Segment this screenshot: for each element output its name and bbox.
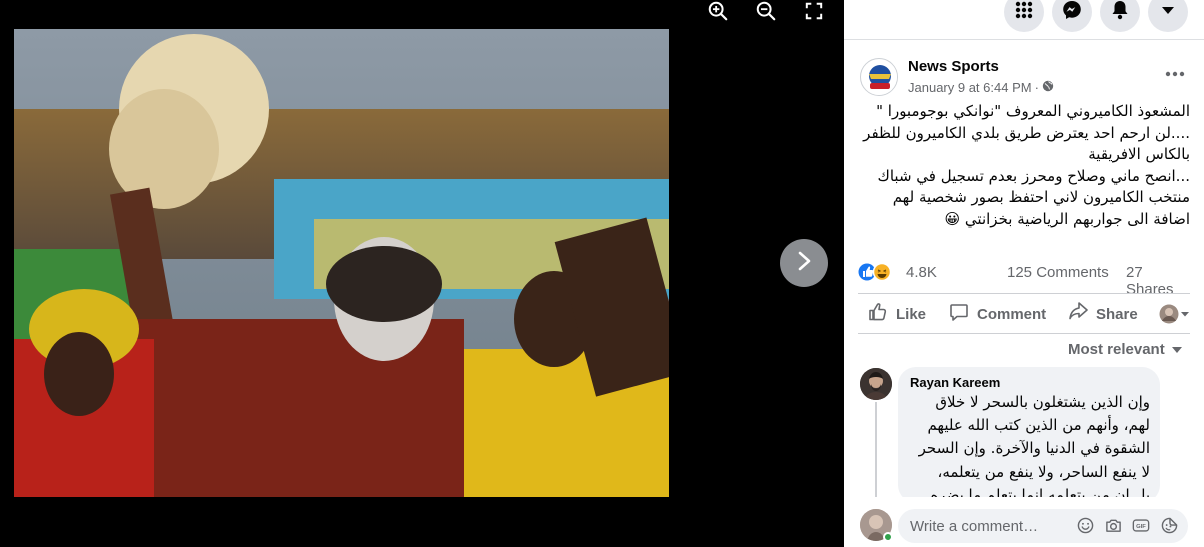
camera-icon[interactable] bbox=[1104, 516, 1122, 534]
sort-label: Most relevant bbox=[1068, 341, 1165, 358]
notifications-button[interactable] bbox=[1100, 0, 1140, 32]
globe-icon bbox=[1042, 80, 1054, 95]
post-text-line: ....لن ارحم احد يعترض طريق بلدي الكاميرو… bbox=[863, 123, 1190, 142]
post-actions: Like Comment Share bbox=[858, 296, 1190, 332]
online-status-dot bbox=[883, 532, 893, 542]
zoom-out-icon bbox=[755, 0, 777, 27]
post-meta: January 9 at 6:44 PM · bbox=[908, 80, 1054, 95]
fullscreen-icon bbox=[805, 2, 823, 25]
share-label: Share bbox=[1096, 305, 1138, 323]
photo-illustration bbox=[14, 29, 669, 497]
post-text-line: ...انصح ماني وصلاح ومحرز بعدم تسجيل في ش… bbox=[877, 166, 1191, 185]
comment-text-line: الشقوة في الدنيا والآخرة. وإن السحر bbox=[918, 439, 1150, 458]
zoom-in-icon bbox=[707, 0, 729, 27]
comment-sort-dropdown[interactable]: Most relevant bbox=[1068, 341, 1183, 358]
account-button[interactable] bbox=[1148, 0, 1188, 32]
sticker-icon[interactable] bbox=[1160, 516, 1178, 534]
post-text-line: بالكاس الافريقية bbox=[1088, 145, 1190, 163]
comment-text: وإن الذين يشتغلون بالسحر لا خلاق لهم، وأ… bbox=[910, 391, 1150, 507]
caret-down-icon bbox=[1171, 341, 1183, 358]
comment-button[interactable]: Comment bbox=[949, 296, 1046, 332]
comment-author[interactable]: Rayan Kareem bbox=[910, 375, 1148, 390]
next-photo-button[interactable] bbox=[780, 239, 828, 287]
divider bbox=[858, 333, 1190, 334]
meta-separator: · bbox=[1034, 80, 1039, 95]
post-photo[interactable] bbox=[14, 29, 669, 497]
comment-bubble: Rayan Kareem وإن الذين يشتغلون بالسحر لا… bbox=[898, 367, 1160, 504]
post-panel: News Sports January 9 at 6:44 PM · المشع… bbox=[844, 0, 1204, 547]
more-horizontal-icon bbox=[1165, 61, 1185, 81]
post-text-line: المشعوذ الكاميروني المعروف "نوانكي بوجوم… bbox=[876, 102, 1190, 120]
share-button[interactable]: Share bbox=[1068, 296, 1138, 332]
messenger-icon bbox=[1062, 0, 1082, 25]
comment-thread-line bbox=[875, 402, 877, 508]
like-icon bbox=[868, 302, 888, 326]
fullscreen-button[interactable] bbox=[797, 0, 831, 26]
post-header: News Sports January 9 at 6:44 PM · bbox=[860, 56, 1190, 100]
commenter-avatar[interactable] bbox=[860, 368, 892, 400]
caret-down-icon bbox=[1181, 312, 1189, 317]
composer-icons: GIF bbox=[1076, 516, 1178, 534]
haha-reaction-icon bbox=[872, 262, 892, 282]
reactions-count[interactable]: 4.8K bbox=[906, 264, 937, 281]
comment-composer: GIF bbox=[844, 497, 1204, 547]
emoji-icon[interactable] bbox=[1076, 516, 1094, 534]
menu-grid-icon bbox=[1014, 0, 1034, 25]
reaction-icons[interactable] bbox=[858, 262, 892, 282]
like-label: Like bbox=[896, 305, 927, 323]
post-text-line: اضافة الى جواربهم الرياضية بخزانتي 😀 bbox=[944, 209, 1190, 228]
top-bar bbox=[844, 0, 1204, 40]
caret-down-icon bbox=[1161, 3, 1175, 21]
post-text: المشعوذ الكاميروني المعروف "نوانكي بوجوم… bbox=[858, 101, 1190, 230]
chevron-right-icon bbox=[795, 250, 813, 277]
post-options-button[interactable] bbox=[1160, 64, 1190, 84]
user-avatar-small bbox=[1159, 304, 1179, 324]
messenger-button[interactable] bbox=[1052, 0, 1092, 32]
bell-icon bbox=[1111, 0, 1129, 25]
photo-viewer bbox=[0, 0, 844, 547]
like-button[interactable]: Like bbox=[868, 296, 926, 332]
zoom-out-button[interactable] bbox=[749, 0, 783, 26]
comment-icon bbox=[949, 302, 969, 326]
comment-text-line: لهم، وأنهم من الذين كتب الله عليهم bbox=[927, 416, 1150, 435]
post-stats: 4.8K 125 Comments 27 Shares bbox=[858, 262, 1190, 298]
divider bbox=[858, 293, 1190, 294]
page-avatar[interactable] bbox=[860, 58, 898, 96]
share-icon bbox=[1068, 302, 1088, 326]
comment-text-line: وإن الذين يشتغلون بالسحر لا خلاق bbox=[935, 393, 1150, 411]
comments-count[interactable]: 125 Comments bbox=[1007, 264, 1109, 281]
comment-text-line: لا ينفع الساحر، ولا ينفع من يتعلمه، bbox=[937, 462, 1151, 481]
react-as-selector[interactable] bbox=[1159, 304, 1191, 324]
page-name[interactable]: News Sports bbox=[908, 58, 999, 75]
post-timestamp[interactable]: January 9 at 6:44 PM bbox=[908, 80, 1032, 95]
svg-text:GIF: GIF bbox=[1136, 524, 1146, 530]
comment-label: Comment bbox=[977, 305, 1047, 323]
zoom-in-button[interactable] bbox=[701, 0, 735, 26]
gif-icon[interactable]: GIF bbox=[1132, 516, 1150, 534]
post-text-line: منتخب الكاميرون لاني احتفظ بصور شخصية له… bbox=[892, 188, 1190, 206]
menu-button[interactable] bbox=[1004, 0, 1044, 32]
